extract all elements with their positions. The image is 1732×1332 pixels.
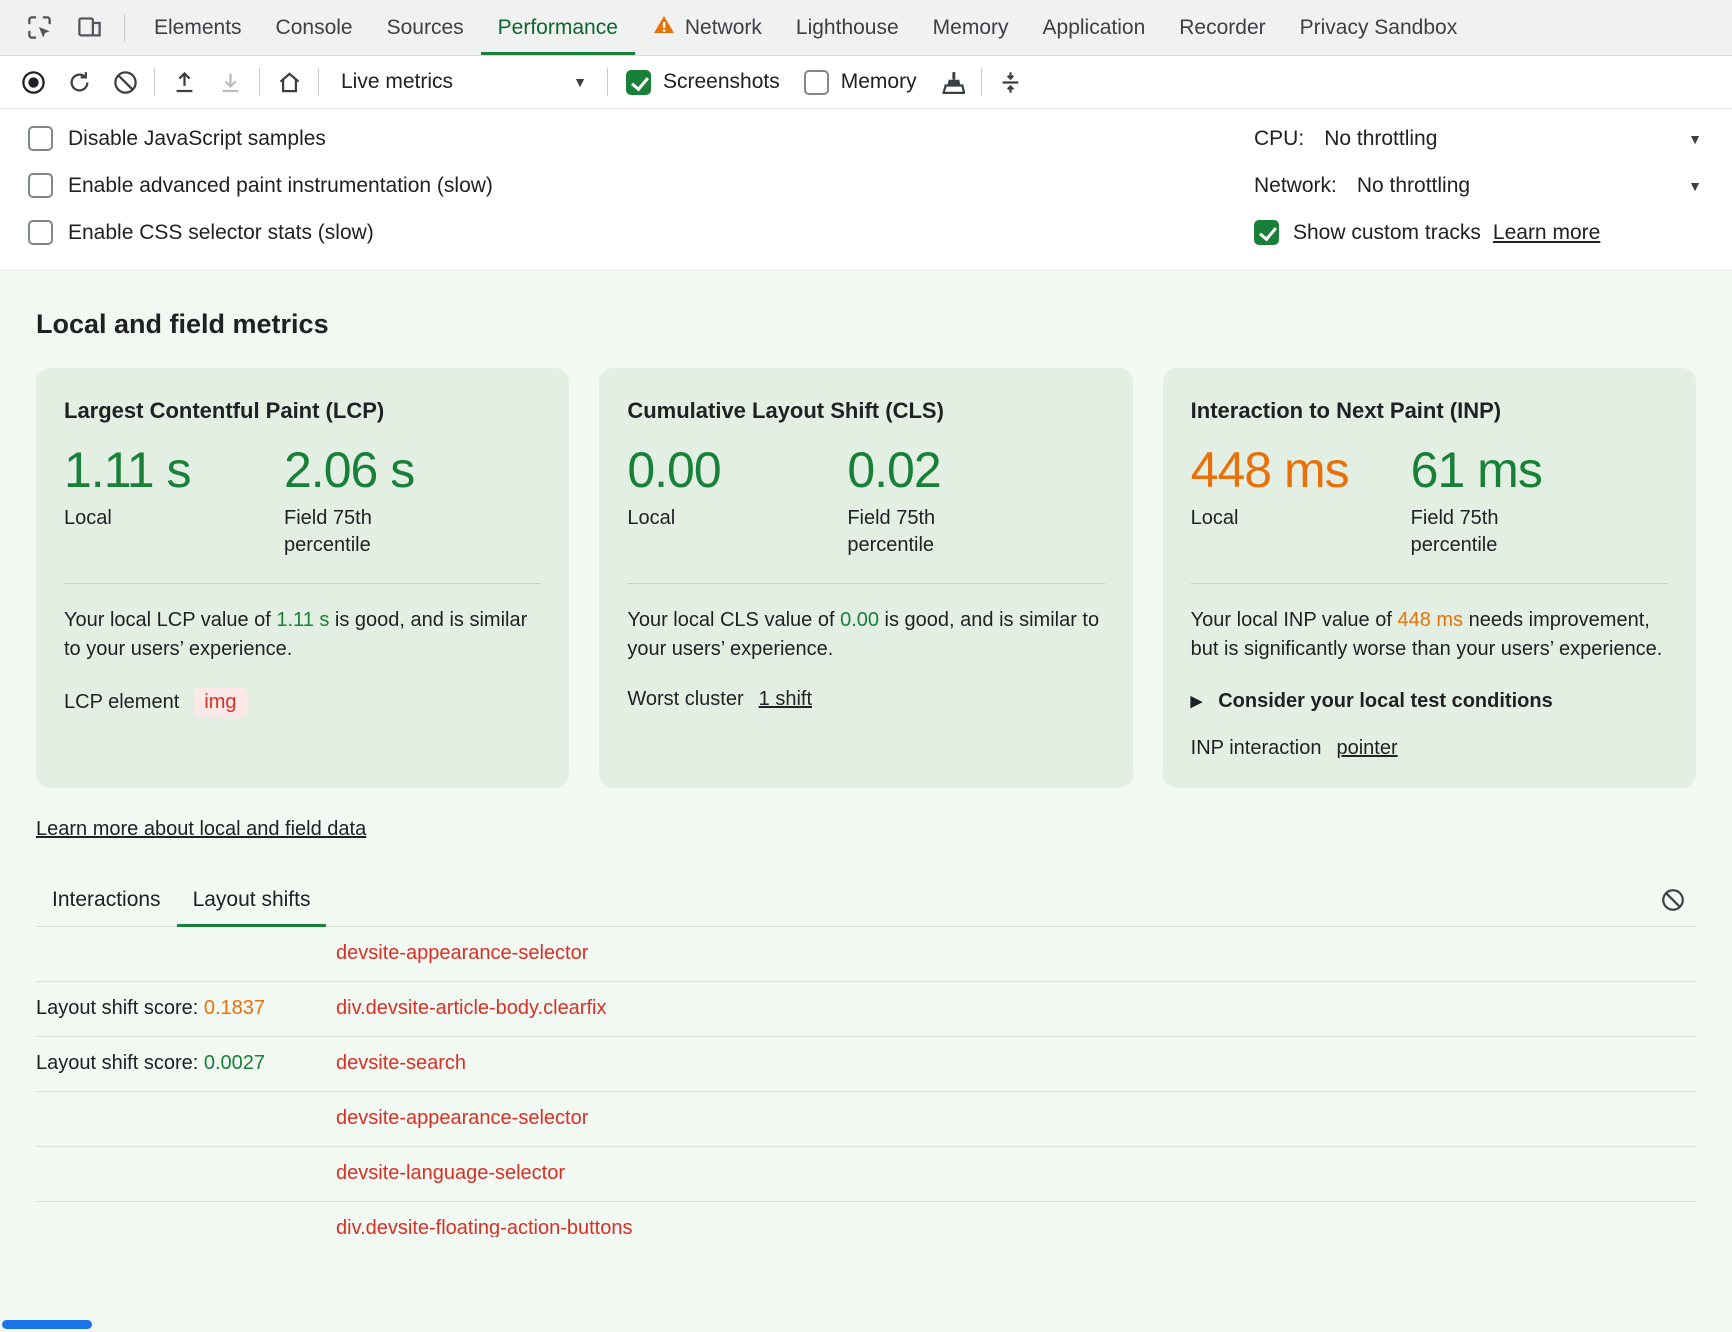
node-link[interactable]: devsite-appearance-selector [336, 1107, 588, 1130]
table-row[interactable]: devsite-language-selector [36, 1147, 1696, 1202]
clear-button[interactable] [104, 62, 146, 102]
custom-tracks-learn-more-link[interactable]: Learn more [1493, 221, 1600, 245]
performance-toolbar: Live metrics ▼ Screenshots Memory [0, 56, 1732, 109]
tab-memory[interactable]: Memory [916, 0, 1026, 55]
tab-layout-shifts[interactable]: Layout shifts [177, 875, 327, 926]
advanced-paint-checkbox[interactable]: Enable advanced paint instrumentation (s… [28, 162, 493, 209]
lcp-field-value: 2.06 s [284, 444, 426, 497]
divider [124, 14, 125, 42]
lcp-local-value: 1.11 s [64, 444, 284, 497]
lcp-element-node-link[interactable]: img [194, 688, 246, 717]
save-profile-icon[interactable] [209, 62, 251, 102]
checkbox-unchecked-icon [804, 70, 829, 95]
cls-field-value: 0.02 [847, 444, 989, 497]
divider [64, 583, 541, 584]
tab-application[interactable]: Application [1026, 0, 1163, 55]
checkbox-unchecked-icon [28, 173, 53, 198]
divider [154, 68, 155, 96]
table-row[interactable]: devsite-appearance-selector [36, 1092, 1696, 1147]
tab-network[interactable]: Network [635, 0, 779, 55]
node-link[interactable]: div.devsite-article-body.clearfix [336, 997, 606, 1020]
tab-sources[interactable]: Sources [370, 0, 481, 55]
lcp-card: Largest Contentful Paint (LCP) 1.11 s Lo… [36, 368, 569, 788]
inp-card: Interaction to Next Paint (INP) 448 ms L… [1163, 368, 1696, 788]
live-metrics-select[interactable]: Live metrics ▼ [327, 64, 599, 100]
chevron-down-icon: ▼ [1688, 178, 1702, 194]
show-custom-tracks-checkbox[interactable]: Show custom tracks Learn more [1254, 209, 1702, 256]
divider [1191, 583, 1668, 584]
divider [627, 583, 1104, 584]
node-link[interactable]: div.devsite-floating-action-buttons [336, 1217, 632, 1237]
inp-local-value: 448 ms [1191, 444, 1411, 497]
shift-log-tabs: Interactions Layout shifts [36, 875, 1696, 927]
tab-recorder[interactable]: Recorder [1162, 0, 1282, 55]
collect-garbage-icon[interactable] [931, 62, 973, 102]
cls-description: Your local CLS value of 0.00 is good, an… [627, 606, 1104, 664]
tab-console[interactable]: Console [259, 0, 370, 55]
disclosure-triangle-icon: ▶ [1191, 692, 1203, 710]
tab-elements[interactable]: Elements [137, 0, 259, 55]
disable-js-samples-checkbox[interactable]: Disable JavaScript samples [28, 115, 493, 162]
page-title: Local and field metrics [36, 309, 1696, 340]
network-throttling-select[interactable]: Network: No throttling ▼ [1254, 162, 1702, 209]
worst-cluster-label: Worst cluster [627, 688, 743, 711]
device-toolbar-icon[interactable] [70, 9, 108, 47]
tab-performance[interactable]: Performance [481, 0, 635, 55]
cls-local-value: 0.00 [627, 444, 847, 497]
record-button[interactable] [12, 62, 54, 102]
chevron-down-icon: ▼ [1688, 131, 1702, 147]
reload-and-record-button[interactable] [58, 62, 100, 102]
checkbox-checked-icon [626, 70, 651, 95]
divider [981, 68, 982, 96]
checkbox-checked-icon [1254, 220, 1279, 245]
lcp-description: Your local LCP value of 1.11 s is good, … [64, 606, 541, 664]
capture-settings: Disable JavaScript samples Enable advanc… [0, 109, 1732, 271]
cls-card: Cumulative Layout Shift (CLS) 0.00 Local… [599, 368, 1132, 788]
chevron-down-icon: ▼ [573, 74, 587, 90]
live-metrics-view: Local and field metrics Largest Contentf… [0, 271, 1732, 1332]
node-link[interactable]: devsite-appearance-selector [336, 942, 588, 965]
tab-lighthouse[interactable]: Lighthouse [779, 0, 916, 55]
table-row[interactable]: Layout shift score: 0.0027 devsite-searc… [36, 1037, 1696, 1092]
css-selector-stats-checkbox[interactable]: Enable CSS selector stats (slow) [28, 209, 493, 256]
warning-icon [652, 13, 676, 43]
home-icon[interactable] [268, 62, 310, 102]
learn-more-local-field-link[interactable]: Learn more about local and field data [36, 818, 366, 841]
divider [607, 68, 608, 96]
inp-interaction-label: INP interaction [1191, 737, 1322, 760]
devtools-tabbar: Elements Console Sources Performance Net… [0, 0, 1732, 56]
inp-description: Your local INP value of 448 ms needs imp… [1191, 606, 1668, 664]
cpu-throttling-select[interactable]: CPU: No throttling ▼ [1254, 115, 1702, 162]
inp-interaction-link[interactable]: pointer [1336, 737, 1397, 760]
inspect-element-icon[interactable] [20, 9, 58, 47]
tab-interactions[interactable]: Interactions [36, 875, 177, 926]
clear-log-icon[interactable] [1654, 881, 1692, 919]
worst-cluster-link[interactable]: 1 shift [759, 688, 812, 711]
table-row[interactable]: devsite-appearance-selector [36, 927, 1696, 982]
layout-shift-log: devsite-appearance-selector Layout shift… [36, 927, 1696, 1237]
divider [318, 68, 319, 96]
inp-field-value: 61 ms [1411, 444, 1553, 497]
checkbox-unchecked-icon [28, 220, 53, 245]
collapse-icon[interactable] [990, 62, 1032, 102]
table-row[interactable]: div.devsite-floating-action-buttons [36, 1202, 1696, 1237]
checkbox-unchecked-icon [28, 126, 53, 151]
memory-checkbox[interactable]: Memory [794, 70, 927, 95]
node-link[interactable]: devsite-search [336, 1052, 466, 1075]
node-link[interactable]: devsite-language-selector [336, 1162, 565, 1185]
local-test-conditions-disclosure[interactable]: ▶ Consider your local test conditions [1191, 690, 1668, 713]
load-profile-icon[interactable] [163, 62, 205, 102]
lcp-element-label: LCP element [64, 691, 179, 714]
horizontal-scrollbar-thumb[interactable] [2, 1320, 92, 1329]
screenshots-checkbox[interactable]: Screenshots [616, 70, 790, 95]
tab-privacy-sandbox[interactable]: Privacy Sandbox [1283, 0, 1475, 55]
table-row[interactable]: Layout shift score: 0.1837 div.devsite-a… [36, 982, 1696, 1037]
divider [259, 68, 260, 96]
